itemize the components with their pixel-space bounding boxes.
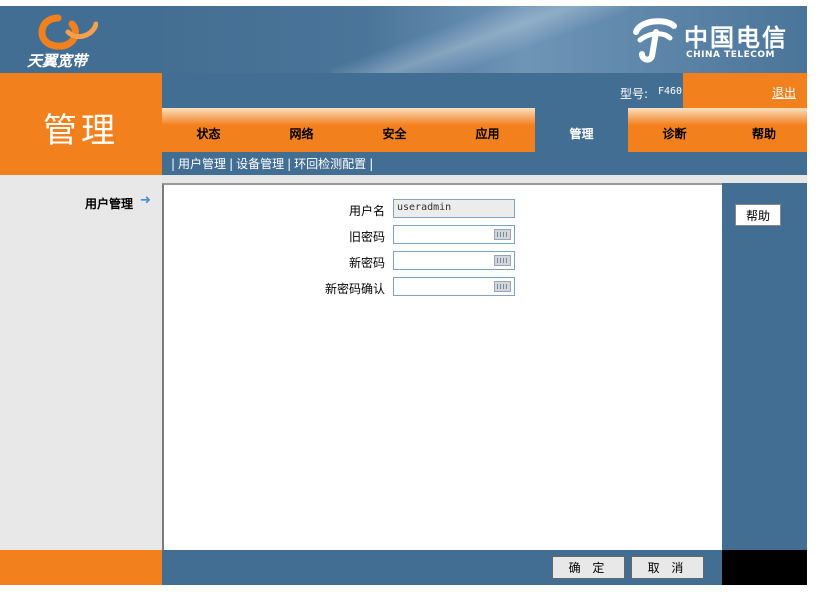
confirm-button[interactable]: 确 定 — [552, 556, 625, 579]
page-title: 管理 — [43, 111, 119, 151]
sub-nav-separator: | — [171, 156, 176, 171]
subnav-user-management[interactable]: 用户管理 — [178, 155, 226, 172]
china-telecom-en-name: CHINA TELECOM — [686, 50, 775, 60]
username-field: useradmin — [393, 199, 515, 218]
tab-application[interactable]: 应用 — [441, 108, 534, 152]
divider — [162, 175, 807, 183]
sidebar — [0, 175, 162, 550]
banner-decoration — [330, 6, 630, 73]
confirm-password-input[interactable] — [393, 277, 515, 296]
sidebar-item-user-management[interactable]: 用户管理 — [85, 195, 133, 212]
tab-diagnosis[interactable]: 诊断 — [628, 108, 721, 152]
sub-nav-separator: | — [287, 156, 292, 171]
cancel-button[interactable]: 取 消 — [631, 556, 704, 579]
tab-management[interactable]: 管理 — [535, 108, 628, 152]
footer-right — [722, 550, 807, 585]
sub-nav-separator: | — [369, 156, 374, 171]
confirm-password-label: 新密码确认 — [324, 282, 385, 296]
footer-left — [0, 550, 162, 585]
china-telecom-cn-name: 中国电信 — [684, 23, 788, 52]
old-password-label: 旧密码 — [348, 230, 385, 244]
sub-nav: | 用户管理 | 设备管理 | 环回检测配置 | — [162, 152, 807, 175]
tab-help[interactable]: 帮助 — [721, 108, 807, 152]
new-password-label: 新密码 — [348, 256, 385, 270]
keyboard-icon[interactable] — [494, 255, 511, 266]
china-telecom-logo-icon — [633, 18, 677, 63]
tab-network[interactable]: 网络 — [255, 108, 348, 152]
arrow-right-icon: ➜ — [140, 193, 151, 208]
keyboard-icon[interactable] — [494, 229, 511, 240]
old-password-input[interactable] — [393, 225, 515, 244]
tab-security[interactable]: 安全 — [348, 108, 441, 152]
brand-logo-text: 天翼宽带 — [27, 52, 88, 70]
model-value: F460 — [658, 86, 683, 97]
tab-status[interactable]: 状态 — [162, 108, 255, 152]
help-button[interactable]: 帮助 — [735, 204, 781, 226]
right-panel — [722, 183, 807, 550]
sub-nav-separator: | — [229, 156, 234, 171]
username-label: 用户名 — [348, 204, 385, 218]
logout-link[interactable]: 退出 — [772, 84, 796, 101]
keyboard-icon[interactable] — [494, 281, 511, 292]
subnav-loopback-config[interactable]: 环回检测配置 — [294, 155, 366, 172]
model-label: 型号: — [620, 87, 649, 101]
subnav-device-management[interactable]: 设备管理 — [236, 155, 284, 172]
new-password-input[interactable] — [393, 251, 515, 270]
